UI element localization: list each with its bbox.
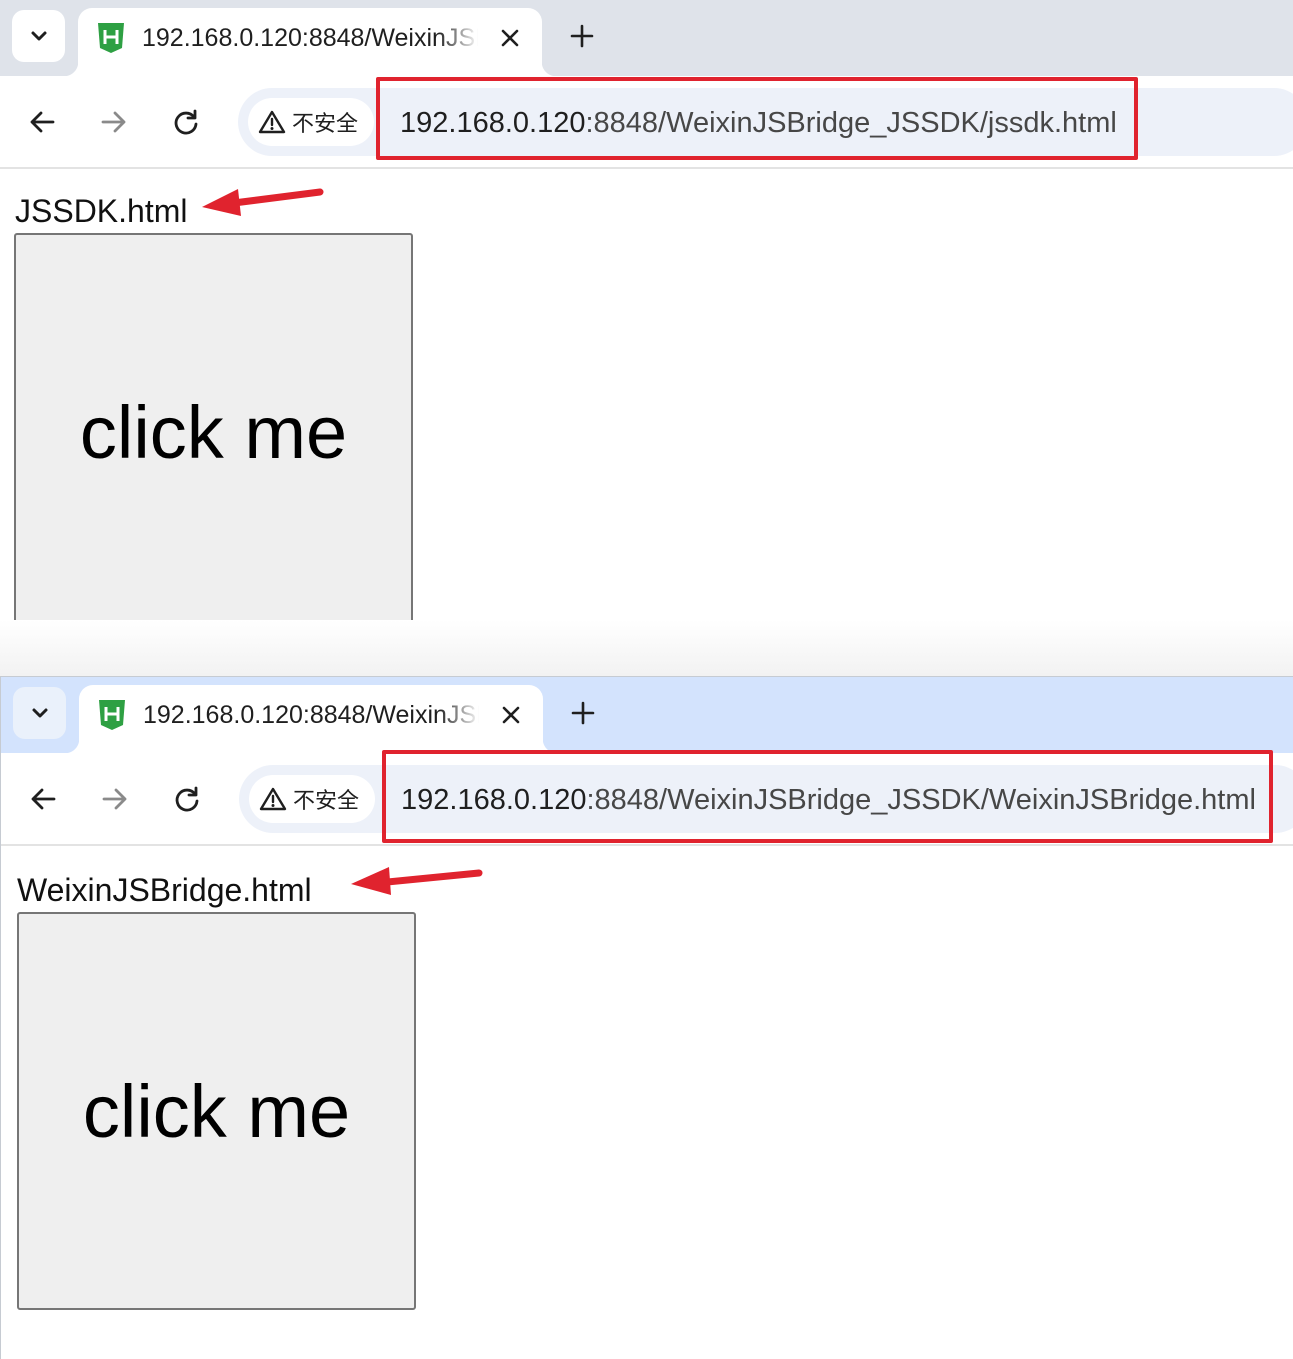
tab-title: 192.168.0.120:8848/WeixinJSBridge_JSSDK/… bbox=[143, 701, 479, 729]
page-heading: WeixinJSBridge.html bbox=[17, 872, 312, 908]
reload-button[interactable] bbox=[168, 104, 204, 140]
warning-icon bbox=[259, 787, 287, 811]
close-tab-button[interactable] bbox=[496, 24, 524, 52]
chevron-down-icon bbox=[32, 708, 47, 718]
close-icon bbox=[502, 706, 520, 724]
tab-strip: 192.168.0.120:8848/WeixinJSBridge_JSSDK/… bbox=[0, 0, 1293, 76]
forward-button[interactable] bbox=[97, 781, 133, 817]
hbuilder-h-icon bbox=[99, 700, 125, 730]
new-tab-button[interactable] bbox=[566, 20, 598, 52]
tab-strip: 192.168.0.120:8848/WeixinJSBridge_JSSDK/… bbox=[1, 677, 1293, 753]
tab-active[interactable]: 192.168.0.120:8848/WeixinJSBridge_JSSDK/… bbox=[64, 8, 556, 76]
reload-button[interactable] bbox=[169, 781, 205, 817]
arrow-left-icon bbox=[30, 111, 55, 133]
arrow-right-icon bbox=[102, 788, 127, 810]
url-highlight-annotation bbox=[382, 750, 1273, 843]
security-chip[interactable]: 不安全 bbox=[248, 98, 374, 146]
not-secure-label: 不安全 bbox=[293, 789, 360, 814]
red-arrow-annotation bbox=[202, 188, 324, 216]
back-button[interactable] bbox=[25, 781, 61, 817]
click-me-button[interactable]: click me bbox=[17, 912, 416, 1310]
chevron-down-icon bbox=[31, 31, 46, 41]
browser-window-weixinjsbridge: 192.168.0.120:8848/WeixinJSBridge_JSSDK/… bbox=[0, 676, 1293, 1359]
arrow-right-icon bbox=[101, 111, 126, 133]
browser-window-jssdk: 192.168.0.120:8848/WeixinJSBridge_JSSDK/… bbox=[0, 0, 1293, 672]
back-button[interactable] bbox=[24, 104, 60, 140]
not-secure-label: 不安全 bbox=[292, 112, 359, 137]
page-heading: JSSDK.html bbox=[15, 193, 188, 229]
new-tab-button[interactable] bbox=[567, 697, 599, 729]
tab-search-button[interactable] bbox=[13, 687, 66, 739]
warning-icon bbox=[258, 110, 286, 134]
forward-button[interactable] bbox=[96, 104, 132, 140]
click-me-button[interactable]: click me bbox=[14, 233, 413, 631]
close-tab-button[interactable] bbox=[497, 701, 525, 729]
tab-active[interactable]: 192.168.0.120:8848/WeixinJSBridge_JSSDK/… bbox=[65, 685, 557, 753]
reload-icon bbox=[174, 109, 198, 135]
url-highlight-annotation bbox=[376, 77, 1138, 160]
reload-icon bbox=[175, 786, 199, 812]
screenshot-separator bbox=[0, 620, 1293, 676]
tab-search-button[interactable] bbox=[12, 10, 65, 62]
plus-icon bbox=[570, 24, 594, 48]
hbuilder-h-icon bbox=[98, 23, 124, 53]
plus-icon bbox=[571, 701, 595, 725]
close-icon bbox=[501, 29, 519, 47]
red-arrow-annotation bbox=[351, 867, 483, 895]
security-chip[interactable]: 不安全 bbox=[249, 775, 375, 823]
arrow-left-icon bbox=[31, 788, 56, 810]
tab-title: 192.168.0.120:8848/WeixinJSBridge_JSSDK/… bbox=[142, 24, 478, 52]
